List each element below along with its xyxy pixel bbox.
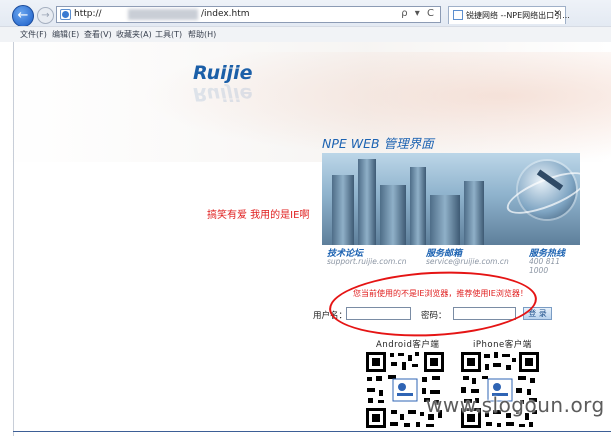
close-icon[interactable]: ✕ (553, 9, 561, 19)
info-strip: 技术论坛 support.ruijie.com.cn 服务邮箱 service@… (322, 245, 580, 275)
android-qr-label: Android客户端 (376, 340, 440, 350)
menu-view[interactable]: 查看(V) (84, 29, 112, 40)
page-icon (60, 9, 71, 20)
building-shape (332, 175, 354, 245)
building-shape (358, 159, 376, 245)
annotation-circle (327, 266, 539, 342)
address-bar[interactable]: http:// /index.htm ρ ▾ C (56, 6, 441, 23)
menu-favorites[interactable]: 收藏夹(A) (116, 29, 152, 40)
building-shape (464, 181, 484, 245)
building-shape (430, 195, 460, 245)
info-hotline-sub: 400 811 1000 (529, 257, 561, 275)
menu-help[interactable]: 帮助(H) (188, 29, 216, 40)
annotation-note: 搞笑有爱 我用的是IE啊 (207, 210, 310, 221)
page-border-left (13, 42, 14, 436)
forward-arrow-icon[interactable]: → (37, 7, 54, 24)
menu-tools[interactable]: 工具(T) (155, 29, 182, 40)
iphone-qr-code[interactable] (459, 350, 541, 430)
page-border-bottom (13, 431, 611, 432)
watermark-text: www.slogoun.org (426, 393, 605, 417)
url-prefix: http:// (74, 9, 102, 19)
qr-code-icon (461, 352, 539, 428)
tab-page-icon (453, 10, 463, 20)
menu-file[interactable]: 文件(F) (20, 29, 47, 40)
menu-bar: 文件(F) 编辑(E) 查看(V) 收藏夹(A) 工具(T) 帮助(H) (0, 26, 611, 43)
logo-reflection: Ruijie (193, 83, 253, 105)
android-qr-code[interactable] (364, 350, 446, 430)
building-shape (380, 185, 406, 245)
info-forum-sub[interactable]: support.ruijie.com.cn (327, 257, 407, 266)
building-shape (410, 167, 426, 245)
info-mail-sub[interactable]: service@ruijie.com.cn (426, 257, 509, 266)
url-path: /index.htm (201, 9, 250, 19)
panel-title: NPE WEB 管理界面 (322, 136, 434, 151)
browser-tab[interactable]: 锐捷网络 --NPE网络出口引... ✕ (448, 6, 570, 24)
qr-code-icon (366, 352, 444, 428)
iphone-qr-label: iPhone客户端 (473, 340, 532, 350)
menu-edit[interactable]: 编辑(E) (52, 29, 79, 40)
page-content: Ruijie Ruijie NPE WEB 管理界面 技术论坛 support.… (0, 42, 611, 436)
browser-chrome: ← → http:// /index.htm ρ ▾ C 锐捷网络 --NPE网… (0, 0, 611, 43)
search-refresh-icons[interactable]: ρ ▾ C (401, 8, 436, 19)
ruijie-logo: Ruijie (193, 62, 253, 84)
back-arrow-icon[interactable]: ← (12, 5, 34, 27)
banner-image (322, 153, 580, 245)
url-redacted (128, 9, 198, 20)
